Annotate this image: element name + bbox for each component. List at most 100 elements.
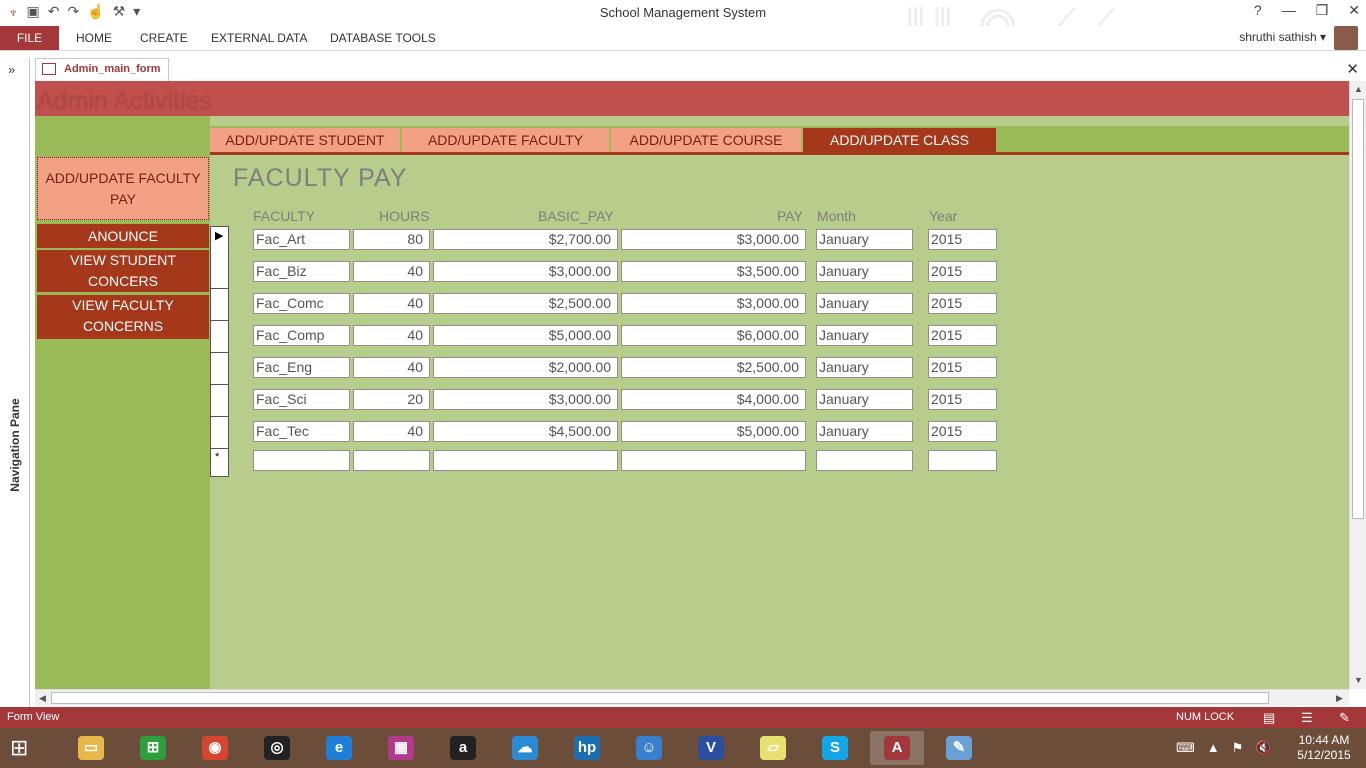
month-field[interactable]: January	[816, 421, 913, 442]
record-selector[interactable]	[210, 385, 229, 417]
datasheet-view-icon[interactable]: ☰	[1301, 710, 1313, 726]
hours-field[interactable]	[353, 450, 430, 471]
faculty-field[interactable]: Fac_Comp	[253, 325, 350, 346]
year-field[interactable]: 2015	[928, 261, 997, 282]
design-view-icon[interactable]: ✎	[1339, 710, 1350, 726]
basic-pay-field[interactable]: $3,000.00	[433, 389, 618, 410]
hours-field[interactable]: 80	[353, 229, 430, 250]
scroll-right-arrow-icon[interactable]: ▶	[1336, 693, 1343, 704]
windows-start-icon[interactable]: ⊞	[10, 735, 38, 761]
year-field[interactable]	[928, 450, 997, 471]
taskbar-paint-button[interactable]: ✎	[932, 731, 986, 765]
tab-home[interactable]: HOME	[76, 26, 112, 50]
close-window-button[interactable]: ✕	[1348, 2, 1360, 19]
pay-field[interactable]: $2,500.00	[621, 357, 806, 378]
taskbar-visio-button[interactable]: V	[684, 731, 738, 765]
year-field[interactable]: 2015	[928, 389, 997, 410]
year-field[interactable]: 2015	[928, 229, 997, 250]
basic-pay-field[interactable]: $2,500.00	[433, 293, 618, 314]
pay-field[interactable]: $5,000.00	[621, 421, 806, 442]
pay-field[interactable]: $6,000.00	[621, 325, 806, 346]
record-selector[interactable]	[210, 321, 229, 353]
vertical-scroll-thumb[interactable]	[1352, 99, 1364, 519]
year-field[interactable]: 2015	[928, 293, 997, 314]
faculty-field[interactable]: Fac_Eng	[253, 357, 350, 378]
close-document-button[interactable]: ✕	[1346, 60, 1359, 78]
pay-field[interactable]: $4,000.00	[621, 389, 806, 410]
hours-field[interactable]: 40	[353, 261, 430, 282]
volume-muted-icon[interactable]: 🔇	[1255, 740, 1271, 756]
faculty-field[interactable]: Fac_Comc	[253, 293, 350, 314]
faculty-field[interactable]: Fac_Biz	[253, 261, 350, 282]
pay-field[interactable]: $3,000.00	[621, 229, 806, 250]
scroll-down-arrow-icon[interactable]: ▼	[1354, 675, 1363, 685]
hours-field[interactable]: 40	[353, 293, 430, 314]
pay-field[interactable]: $3,500.00	[621, 261, 806, 282]
scroll-left-arrow-icon[interactable]: ◀	[39, 693, 46, 704]
tab-add-update-course[interactable]: ADD/UPDATE COURSE	[611, 128, 801, 152]
hours-field[interactable]: 20	[353, 389, 430, 410]
help-button[interactable]: ?	[1254, 2, 1262, 19]
action-center-flag-icon[interactable]: ⚑	[1232, 740, 1244, 756]
basic-pay-field[interactable]: $5,000.00	[433, 325, 618, 346]
show-hidden-icons-icon[interactable]: ▲	[1207, 740, 1220, 756]
keyboard-icon[interactable]: ⌨	[1176, 740, 1195, 756]
clock[interactable]: 10:44 AM 5/12/2015	[1296, 733, 1352, 763]
record-selector[interactable]	[210, 353, 229, 385]
taskbar-skype-button[interactable]: S	[808, 731, 862, 765]
faculty-field[interactable]: Fac_Tec	[253, 421, 350, 442]
basic-pay-field[interactable]: $2,700.00	[433, 229, 618, 250]
vertical-scrollbar[interactable]: ▲ ▼	[1349, 81, 1366, 689]
month-field[interactable]: January	[816, 357, 913, 378]
record-selector[interactable]	[210, 289, 229, 321]
record-selector[interactable]	[210, 257, 229, 289]
basic-pay-field[interactable]: $4,500.00	[433, 421, 618, 442]
taskbar-photos-button[interactable]: ▦	[374, 731, 428, 765]
horizontal-scrollbar[interactable]: ◀ ▶	[35, 689, 1349, 706]
month-field[interactable]: January	[816, 325, 913, 346]
nav-pane-label[interactable]: Navigation Pane	[8, 390, 22, 500]
faculty-field[interactable]: Fac_Sci	[253, 389, 350, 410]
pay-field[interactable]	[621, 450, 806, 471]
view-faculty-concerns-button[interactable]: VIEW FACULTY CONCERNS	[37, 295, 209, 339]
record-selector[interactable]	[210, 417, 229, 449]
tab-add-update-student[interactable]: ADD/UPDATE STUDENT	[210, 128, 400, 152]
taskbar-store-button[interactable]: ⊞	[126, 731, 180, 765]
month-field[interactable]: January	[816, 229, 913, 250]
basic-pay-field[interactable]: $3,000.00	[433, 261, 618, 282]
horizontal-scroll-thumb[interactable]	[51, 692, 1269, 704]
taskbar-access-button[interactable]: A	[870, 731, 924, 765]
month-field[interactable]: January	[816, 293, 913, 314]
hours-field[interactable]: 40	[353, 421, 430, 442]
tab-create[interactable]: CREATE	[140, 26, 188, 50]
tab-add-update-faculty[interactable]: ADD/UPDATE FACULTY	[402, 128, 609, 152]
tab-external-data[interactable]: EXTERNAL DATA	[211, 26, 307, 50]
file-tab[interactable]: FILE	[0, 26, 59, 50]
taskbar-media-button[interactable]: ◎	[250, 731, 304, 765]
tab-add-update-class[interactable]: ADD/UPDATE CLASS	[803, 128, 996, 152]
scroll-up-arrow-icon[interactable]: ▲	[1354, 84, 1363, 94]
taskbar-finder-button[interactable]: ☺	[622, 731, 676, 765]
add-update-faculty-pay-button[interactable]: ADD/UPDATE FACULTY PAY	[37, 157, 209, 220]
form-view-icon[interactable]: ▤	[1263, 710, 1275, 726]
faculty-field[interactable]	[253, 450, 350, 471]
taskbar-sticky-notes-button[interactable]: ▱	[746, 731, 800, 765]
year-field[interactable]: 2015	[928, 325, 997, 346]
taskbar-internet-explorer-button[interactable]: e	[312, 731, 366, 765]
taskbar-chrome-button[interactable]: ◉	[188, 731, 242, 765]
basic-pay-field[interactable]: $2,000.00	[433, 357, 618, 378]
restore-button[interactable]: ❐	[1316, 2, 1329, 19]
month-field[interactable]	[816, 450, 913, 471]
record-selector[interactable]: *	[210, 449, 229, 477]
taskbar-onedrive-button[interactable]: ☁	[498, 731, 552, 765]
nav-pane-toggle[interactable]: »	[8, 62, 15, 77]
taskbar-amazon-button[interactable]: a	[436, 731, 490, 765]
year-field[interactable]: 2015	[928, 421, 997, 442]
taskbar-file-explorer-button[interactable]: ▭	[64, 731, 118, 765]
faculty-field[interactable]: Fac_Art	[253, 229, 350, 250]
year-field[interactable]: 2015	[928, 357, 997, 378]
record-selector[interactable]: ▶	[210, 226, 229, 258]
month-field[interactable]: January	[816, 389, 913, 410]
month-field[interactable]: January	[816, 261, 913, 282]
view-student-concerns-button[interactable]: VIEW STUDENT CONCERS	[37, 250, 209, 292]
